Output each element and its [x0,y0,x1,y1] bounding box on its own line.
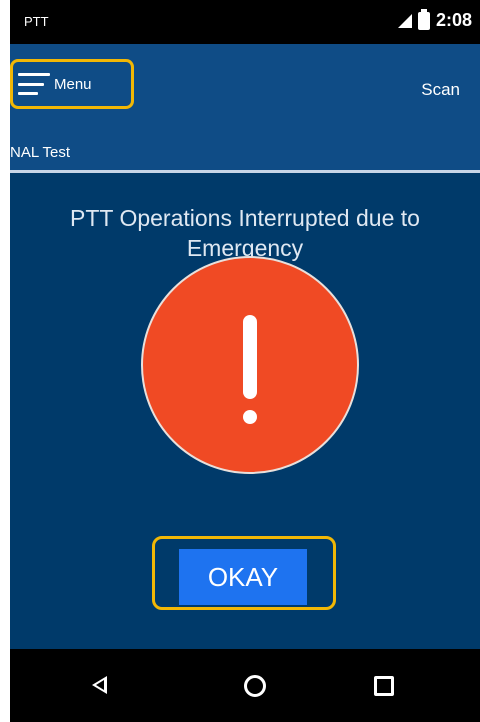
navigation-bar [10,649,480,722]
scan-button[interactable]: Scan [421,80,460,100]
clock: 2:08 [435,10,472,30]
battery-icon [417,8,430,30]
exclamation-icon [141,256,359,474]
menu-button[interactable]: Menu [10,59,134,109]
emergency-dialog: PTT Operations Interrupted due to Emerge… [10,173,480,649]
back-icon[interactable] [92,676,107,694]
status-icons: 2:08 [397,8,472,31]
okay-button[interactable]: OKAY [179,549,307,605]
emergency-message: PTT Operations Interrupted due to Emerge… [70,205,420,261]
signal-icon [397,13,412,28]
recents-icon[interactable] [374,676,394,696]
phone-screen: PTT 2:08 Menu Scan NAL Test PTT Operatio… [0,0,480,722]
group-bar: NAL Test [10,134,480,170]
carrier-label: PTT [24,14,49,29]
status-bar: PTT 2:08 [10,0,480,44]
app-bar: Menu Scan [10,44,480,134]
hamburger-icon [18,73,50,95]
home-icon[interactable] [244,675,266,697]
group-name: NAL Test [10,144,71,161]
menu-label: Menu [54,75,92,93]
